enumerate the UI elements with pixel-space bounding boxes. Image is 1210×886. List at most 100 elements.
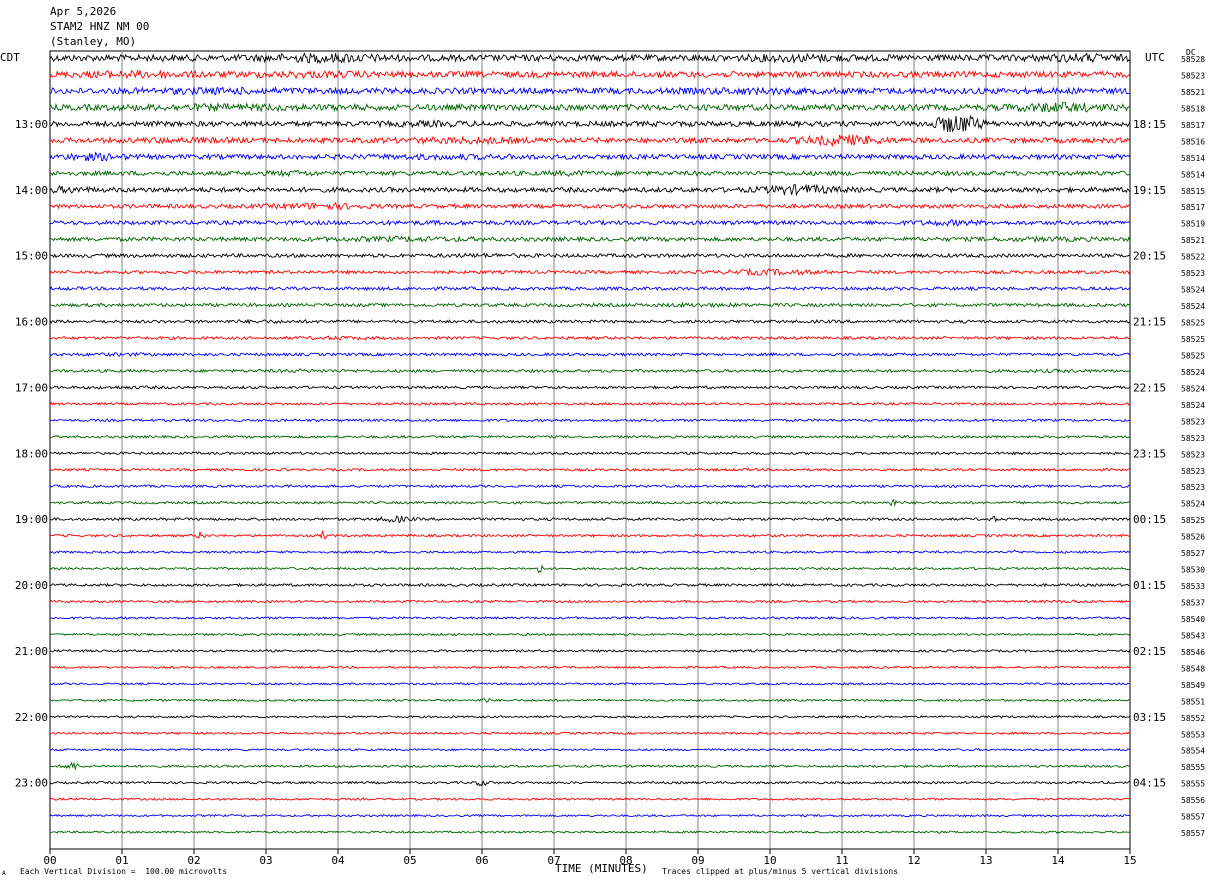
x-tick-label: 02 xyxy=(187,854,200,867)
trace-line xyxy=(49,285,1131,292)
dc-offset-label: 58554 xyxy=(1181,747,1205,756)
utc-time-label: 23:15 xyxy=(1133,447,1166,460)
dc-offset-label: 58528 xyxy=(1181,55,1205,64)
dc-offset-label: 58556 xyxy=(1181,796,1205,805)
trace-line xyxy=(49,747,1131,752)
x-tick-label: 12 xyxy=(907,854,920,867)
trace-line xyxy=(49,318,1131,325)
trace-line xyxy=(49,385,1131,390)
dc-offset-label: 58519 xyxy=(1181,220,1205,229)
x-tick-label: 05 xyxy=(403,854,416,867)
dc-offset-label: 58523 xyxy=(1181,450,1205,459)
local-time-label: 15:00 xyxy=(15,250,48,263)
trace-line xyxy=(49,761,1131,771)
utc-time-label: 00:15 xyxy=(1133,513,1166,526)
trace-line xyxy=(49,682,1131,686)
dc-offset-label: 58551 xyxy=(1181,697,1205,706)
local-time-label: 14:00 xyxy=(15,184,48,197)
trace-line xyxy=(49,168,1131,178)
trace-line xyxy=(49,830,1131,834)
local-time-label: 21:00 xyxy=(15,645,48,658)
dc-offset-label: 58525 xyxy=(1181,351,1205,360)
dc-offset-label: 58516 xyxy=(1181,137,1205,146)
dc-offset-label: 58521 xyxy=(1181,236,1205,245)
x-tick-label: 03 xyxy=(259,854,272,867)
dc-offset-label: 58525 xyxy=(1181,335,1205,344)
dc-offset-label: 58517 xyxy=(1181,203,1205,212)
dc-offset-label: 58543 xyxy=(1181,631,1205,640)
footer-mark: A xyxy=(2,870,6,877)
x-tick-label: 11 xyxy=(835,854,848,867)
local-time-label: 13:00 xyxy=(15,118,48,131)
x-tick-label: 09 xyxy=(691,854,704,867)
trace-line xyxy=(49,529,1131,540)
trace-line xyxy=(49,68,1131,80)
x-tick-label: 00 xyxy=(43,854,56,867)
dc-offset-label: 58514 xyxy=(1181,170,1205,179)
utc-time-label: 03:15 xyxy=(1133,711,1166,724)
trace-line xyxy=(49,434,1131,440)
trace-line xyxy=(49,599,1131,604)
local-time-label: 16:00 xyxy=(15,316,48,329)
seismogram-chart: 00 01 02 03 04 05 06 07 08 09 10 11 12 13 14 1558528585… xyxy=(15,50,1205,867)
trace-line xyxy=(49,665,1131,670)
dc-offset-label: 58546 xyxy=(1181,648,1205,657)
dc-offset-label: 58530 xyxy=(1181,566,1205,575)
utc-time-label: 01:15 xyxy=(1133,579,1166,592)
trace-line xyxy=(49,779,1131,787)
utc-time-label: 20:15 xyxy=(1133,250,1166,263)
x-tick-label: 04 xyxy=(331,854,345,867)
trace-line xyxy=(49,218,1131,227)
dc-offset-label: 58552 xyxy=(1181,714,1205,723)
trace-line xyxy=(49,564,1131,574)
trace-line xyxy=(49,401,1131,406)
trace-line xyxy=(49,582,1131,588)
dc-offset-label: 58555 xyxy=(1181,780,1205,789)
trace-line xyxy=(49,484,1131,489)
local-time-label: 17:00 xyxy=(15,381,48,394)
dc-offset-label: 58553 xyxy=(1181,730,1205,739)
trace-line xyxy=(49,114,1131,133)
utc-time-label: 04:15 xyxy=(1133,777,1166,790)
x-tick-label: 13 xyxy=(979,854,992,867)
trace-line xyxy=(49,616,1131,621)
dc-offset-label: 58526 xyxy=(1181,533,1205,542)
dc-offset-label: 58524 xyxy=(1181,401,1205,410)
dc-offset-label: 58525 xyxy=(1181,319,1205,328)
trace-line xyxy=(49,549,1131,555)
trace-line xyxy=(49,183,1131,197)
dc-offset-label: 58524 xyxy=(1181,302,1205,311)
local-time-label: 20:00 xyxy=(15,579,48,592)
local-time-label: 18:00 xyxy=(15,447,48,460)
local-time-label: 19:00 xyxy=(15,513,48,526)
footer-scale-note: Each Vertical Division = 100.00 microvol… xyxy=(20,867,228,876)
trace-line xyxy=(49,451,1131,456)
local-time-label: 23:00 xyxy=(15,777,48,790)
x-tick-label: 06 xyxy=(475,854,488,867)
dc-offset-label: 58557 xyxy=(1181,813,1205,822)
utc-time-label: 19:15 xyxy=(1133,184,1166,197)
trace-line xyxy=(49,467,1131,472)
trace-line xyxy=(49,301,1131,309)
trace-line xyxy=(49,351,1131,358)
dc-offset-label: 58537 xyxy=(1181,599,1205,608)
trace-line xyxy=(49,134,1131,148)
utc-time-label: 02:15 xyxy=(1133,645,1166,658)
footer-clip-note: Traces clipped at plus/minus 5 vertical … xyxy=(662,867,899,876)
dc-offset-label: 58525 xyxy=(1181,516,1205,525)
trace-line xyxy=(49,85,1131,97)
dc-offset-label: 58523 xyxy=(1181,434,1205,443)
trace-line xyxy=(49,368,1131,374)
trace-line xyxy=(49,797,1131,801)
dc-offset-label: 58518 xyxy=(1181,104,1205,113)
trace-line xyxy=(50,731,1131,736)
dc-offset-label: 58540 xyxy=(1181,615,1205,624)
x-tick-label: 14 xyxy=(1051,854,1065,867)
trace-line xyxy=(49,151,1131,162)
trace-line xyxy=(49,335,1131,341)
trace-line xyxy=(49,632,1131,637)
dc-offset-label: 58524 xyxy=(1181,286,1205,295)
dc-offset-label: 58515 xyxy=(1181,187,1205,196)
dc-offset-label: 58514 xyxy=(1181,154,1205,163)
trace-line xyxy=(49,201,1131,211)
